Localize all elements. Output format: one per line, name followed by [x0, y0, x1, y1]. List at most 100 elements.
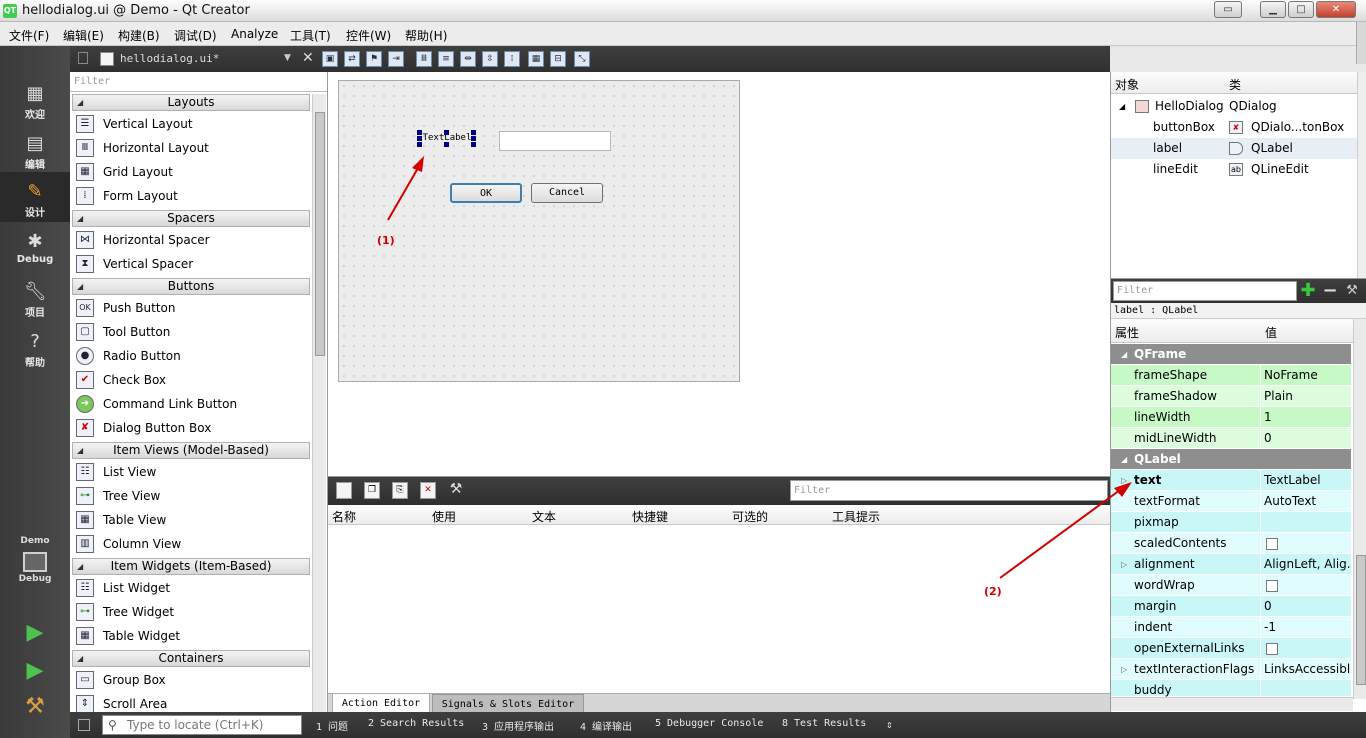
- property-value[interactable]: -1: [1262, 617, 1351, 638]
- copy-action-icon[interactable]: ❐: [364, 482, 380, 499]
- break-layout-icon[interactable]: ⊟: [550, 51, 566, 67]
- open-external-links-checkbox[interactable]: [1266, 642, 1278, 655]
- selection-handle[interactable]: [471, 136, 476, 141]
- widget-horizontal-spacer[interactable]: ⋈ Horizontal Spacer: [72, 228, 310, 252]
- add-property-icon[interactable]: ✚: [1299, 281, 1317, 301]
- column-value[interactable]: 值: [1265, 324, 1277, 341]
- widget-radio-button[interactable]: ● Radio Button: [72, 344, 310, 368]
- widget-table-view[interactable]: ▦ Table View: [72, 508, 310, 532]
- widget-tree-view[interactable]: ⊶ Tree View: [72, 484, 310, 508]
- property-value[interactable]: [1262, 575, 1351, 596]
- kit-selector[interactable]: Demo Debug: [0, 536, 70, 616]
- property-row[interactable]: frameShadow Plain: [1111, 386, 1351, 407]
- splitter-vertical-icon[interactable]: ⇳: [482, 51, 498, 67]
- form-cancel-button[interactable]: Cancel: [531, 183, 603, 203]
- category-layouts[interactable]: ◢ Layouts: [72, 94, 310, 111]
- mode-welcome[interactable]: ▦ 欢迎: [0, 74, 70, 124]
- selection-handle[interactable]: [471, 130, 476, 135]
- property-value[interactable]: TextLabel: [1262, 470, 1351, 491]
- pane-arrows-icon[interactable]: ⇕: [886, 718, 893, 731]
- property-value[interactable]: NoFrame: [1262, 365, 1351, 386]
- property-value[interactable]: Plain: [1262, 386, 1351, 407]
- scrollbar-thumb[interactable]: [1356, 555, 1366, 685]
- adjust-size-icon[interactable]: ⤡: [574, 51, 590, 67]
- chevron-down-icon[interactable]: ▼: [284, 53, 291, 63]
- property-value[interactable]: AlignLeft, Alig...: [1262, 554, 1351, 575]
- window-scrollbar[interactable]: [1356, 22, 1366, 64]
- pane-search-results[interactable]: 2 Search Results: [368, 718, 464, 729]
- column-tooltip[interactable]: 工具提示: [832, 508, 880, 524]
- mode-projects[interactable]: 🔧︎ 项目: [0, 272, 70, 322]
- edit-widgets-icon[interactable]: ▣: [322, 51, 338, 67]
- widget-column-view[interactable]: ▥ Column View: [72, 532, 310, 556]
- property-row[interactable]: ▷textInteractionFlagsLinksAccessibl...: [1111, 659, 1351, 680]
- property-row[interactable]: margin 0: [1111, 596, 1351, 617]
- widget-horizontal-layout[interactable]: Ⅲ Horizontal Layout: [72, 136, 310, 160]
- menu-debug[interactable]: 调试(D): [174, 27, 217, 44]
- form-layout-icon[interactable]: ⁞: [504, 51, 520, 67]
- pane-application-output[interactable]: 3 应用程序输出: [482, 718, 554, 733]
- object-row-label[interactable]: label QLabel: [1111, 138, 1357, 159]
- widget-vertical-spacer[interactable]: ⧗ Vertical Spacer: [72, 252, 310, 276]
- property-editor-scrollbar[interactable]: [1353, 319, 1366, 699]
- scaled-contents-checkbox[interactable]: [1266, 537, 1278, 550]
- property-value[interactable]: [1262, 533, 1351, 554]
- menu-widgets[interactable]: 控件(W): [346, 27, 391, 44]
- property-value[interactable]: 1: [1262, 407, 1351, 428]
- widget-scroll-area[interactable]: ⇕ Scroll Area: [72, 692, 310, 712]
- debug-run-icon[interactable]: ▶: [22, 658, 48, 684]
- close-button[interactable]: ✕: [1316, 1, 1356, 18]
- selection-handle[interactable]: [417, 130, 422, 135]
- property-row[interactable]: buddy: [1111, 680, 1351, 697]
- category-containers[interactable]: ◢ Containers: [72, 650, 310, 667]
- build-hammer-icon[interactable]: ⚒: [22, 694, 48, 720]
- splitter-horizontal-icon[interactable]: ⇹: [460, 51, 476, 67]
- widget-box-scrollbar[interactable]: [312, 94, 326, 712]
- property-group-qframe[interactable]: ◢ QFrame: [1111, 344, 1351, 365]
- object-row-lineedit[interactable]: lineEdit ab QLineEdit: [1111, 159, 1357, 180]
- menu-file[interactable]: 文件(F): [9, 27, 49, 44]
- restore-icon[interactable]: ▭: [1214, 1, 1242, 18]
- property-row[interactable]: scaledContents: [1111, 533, 1351, 554]
- edit-tab-order-icon[interactable]: ⇥: [388, 51, 404, 67]
- new-action-icon[interactable]: [336, 482, 352, 499]
- property-row-text[interactable]: ▷ text TextLabel: [1111, 470, 1351, 491]
- widget-dialog-button-box[interactable]: ✘ Dialog Button Box: [72, 416, 310, 440]
- close-document-icon[interactable]: ✕: [302, 50, 314, 66]
- widget-tree-widget[interactable]: ⊶ Tree Widget: [72, 600, 310, 624]
- object-row-hellodialog[interactable]: ◢ HelloDialog QDialog: [1111, 96, 1357, 117]
- menu-tools[interactable]: 工具(T): [290, 27, 331, 44]
- form-ok-button[interactable]: OK: [450, 183, 522, 203]
- expand-arrow-icon[interactable]: ▷: [1121, 554, 1127, 575]
- maximize-button[interactable]: □: [1288, 1, 1314, 18]
- property-value[interactable]: LinksAccessibl...: [1262, 659, 1351, 680]
- selection-handle[interactable]: [471, 142, 476, 147]
- run-icon[interactable]: ▶: [22, 620, 48, 646]
- selection-handle[interactable]: [444, 142, 449, 147]
- selection-handle[interactable]: [417, 142, 422, 147]
- column-checkable[interactable]: 可选的: [732, 508, 768, 524]
- delete-action-icon[interactable]: ✕: [420, 482, 436, 499]
- edit-buddies-icon[interactable]: ⚑: [366, 51, 382, 67]
- property-filter-input[interactable]: Filter: [1113, 281, 1297, 301]
- widget-tool-button[interactable]: ▢ Tool Button: [72, 320, 310, 344]
- property-value[interactable]: 0: [1262, 428, 1351, 449]
- tab-signals-slots-editor[interactable]: Signals & Slots Editor: [432, 694, 584, 714]
- widget-push-button[interactable]: OK Push Button: [72, 296, 310, 320]
- menu-edit[interactable]: 编辑(E): [63, 27, 104, 44]
- action-filter-input[interactable]: Filter: [790, 480, 1108, 501]
- column-shortcut[interactable]: 快捷键: [632, 508, 668, 524]
- grid-layout-icon[interactable]: ▦: [528, 51, 544, 67]
- selection-handle[interactable]: [444, 130, 449, 135]
- menu-help[interactable]: 帮助(H): [405, 27, 447, 44]
- property-row[interactable]: wordWrap: [1111, 575, 1351, 596]
- expand-arrow-icon[interactable]: ▷: [1121, 470, 1127, 491]
- widget-table-widget[interactable]: ▦ Table Widget: [72, 624, 310, 648]
- property-row[interactable]: openExternalLinks: [1111, 638, 1351, 659]
- column-text[interactable]: 文本: [532, 508, 556, 524]
- property-value[interactable]: 0: [1262, 596, 1351, 617]
- pane-issues[interactable]: 1 问题: [316, 718, 348, 733]
- toggle-sidebar-icon[interactable]: [78, 719, 90, 731]
- paste-action-icon[interactable]: ⎘: [392, 482, 408, 499]
- widget-list-widget[interactable]: ☷ List Widget: [72, 576, 310, 600]
